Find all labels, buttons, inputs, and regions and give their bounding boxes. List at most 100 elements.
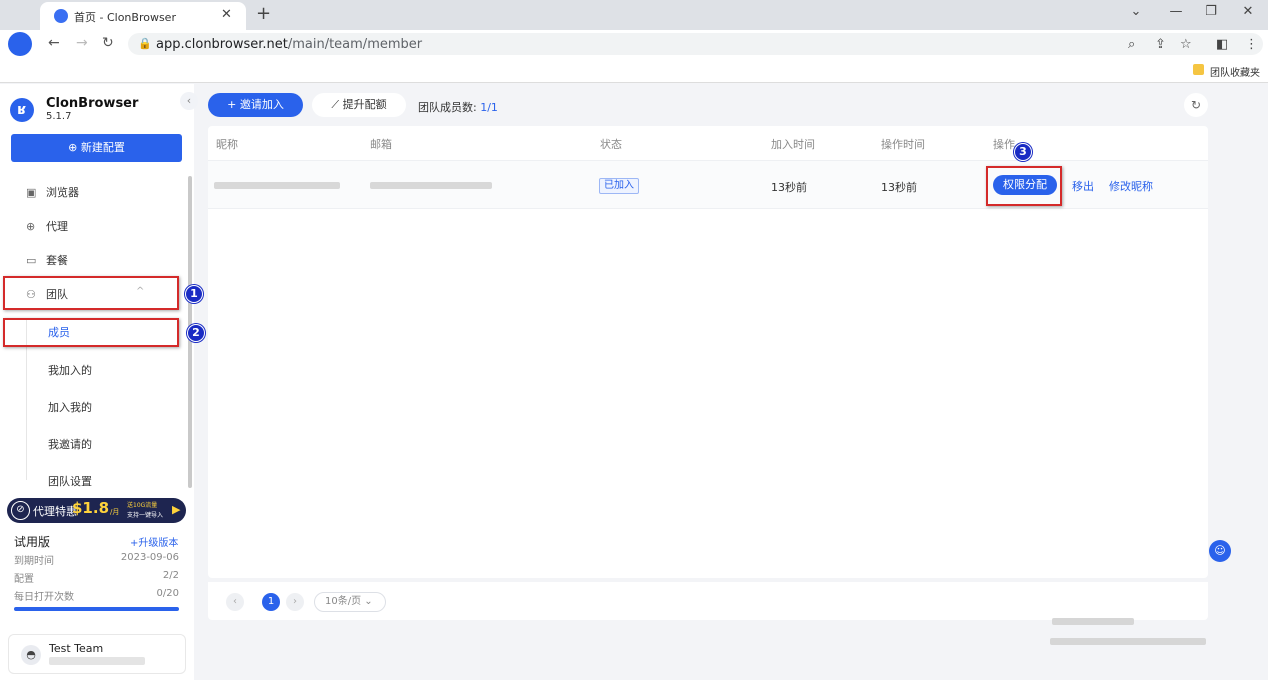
sidebar-subitem-joined[interactable]: 我加入的 xyxy=(48,362,92,378)
join-time: 13秒前 xyxy=(771,181,807,194)
column-header-join-time: 加入时间 xyxy=(771,138,815,151)
menu-icon[interactable]: ⋮ xyxy=(1245,37,1258,52)
new-config-button[interactable]: ⊕ 新建配置 xyxy=(11,134,182,162)
sidebar-subitem-invited[interactable]: 我邀请的 xyxy=(48,436,92,452)
member-count-value: 1/1 xyxy=(480,101,498,114)
globe-icon: ⊕ xyxy=(26,220,36,233)
plan-config-row: 配置 2/2 xyxy=(14,570,179,585)
page-button-current[interactable]: 1 xyxy=(262,593,280,611)
new-tab-button[interactable]: + xyxy=(256,3,271,24)
browser-tab[interactable]: 首页 - ClonBrowser ✕ xyxy=(40,2,246,30)
plan-expiry-row: 到期时间 2023-09-06 xyxy=(14,552,179,567)
sidebar: ʁ ClonBrowser 5.1.7 ‹ ⊕ 新建配置 ▣ 浏览器 ⊕ 代理 ▭ 套… xyxy=(0,84,198,680)
team-email-blurred xyxy=(49,657,145,665)
tab-search-icon[interactable]: ⌄ xyxy=(1124,4,1148,19)
help-icon[interactable]: ☺ xyxy=(1209,540,1231,562)
upgrade-link[interactable]: +升级版本 xyxy=(130,534,178,549)
plan-name: 试用版 xyxy=(14,535,51,549)
member-count-label: 团队成员数: xyxy=(418,101,477,114)
plan-row-value: 0/20 xyxy=(156,588,179,599)
close-window-icon[interactable]: ✕ xyxy=(1236,4,1260,19)
invite-button[interactable]: + 邀请加入 xyxy=(208,93,303,117)
address-bar-row: ← → ↻ 🔒 app.clonbrowser.net/main/team/me… xyxy=(0,30,1268,58)
sidebar-item-label: 套餐 xyxy=(46,254,68,267)
column-header-nickname: 昵称 xyxy=(216,138,238,151)
browser-tab-bar: 首页 - ClonBrowser ✕ + ⌄ — ❐ ✕ xyxy=(0,0,1268,30)
prev-page-icon[interactable]: ‹ xyxy=(226,593,244,611)
raise-quota-button[interactable]: ⟋ 提升配额 xyxy=(312,93,406,117)
sidebar-subitem-joined-mine[interactable]: 加入我的 xyxy=(48,399,92,415)
url-text: app.clonbrowser.net/main/team/member xyxy=(156,37,422,52)
highlight-box-team xyxy=(3,276,179,310)
clonbrowser-favicon-icon xyxy=(54,9,68,23)
pagination: ‹ 1 › 10条/页 ⌄ xyxy=(208,582,1208,620)
team-switcher[interactable]: ◓ Test Team xyxy=(8,634,186,674)
share-icon[interactable]: ⇪ xyxy=(1155,37,1166,52)
step-badge-2: 2 xyxy=(187,324,205,342)
play-icon: ▶ xyxy=(172,503,181,516)
operation-time: 13秒前 xyxy=(881,181,917,194)
plan-row-key: 配置 xyxy=(14,574,34,585)
promo-price: $1.8 xyxy=(72,499,110,517)
promo-label: 代理特惠 xyxy=(33,505,77,518)
column-header-op-time: 操作时间 xyxy=(881,138,925,151)
zoom-icon[interactable]: ⌕ xyxy=(1128,37,1135,52)
minimize-icon[interactable]: — xyxy=(1164,4,1188,19)
url-host: app.clonbrowser.net xyxy=(156,37,288,52)
page-size-value: 10条/页 xyxy=(325,596,362,607)
refresh-icon[interactable]: ↻ xyxy=(1184,93,1208,117)
remove-member-link[interactable]: 移出 xyxy=(1072,178,1094,194)
nickname-blurred xyxy=(214,182,340,189)
team-avatar-icon: ◓ xyxy=(21,645,41,665)
footer-text-blurred xyxy=(1052,618,1134,625)
step-badge-1: 1 xyxy=(185,285,203,303)
sidebar-item-label: 浏览器 xyxy=(46,186,79,199)
rename-member-link[interactable]: 修改昵称 xyxy=(1109,178,1153,194)
new-config-label: 新建配置 xyxy=(80,141,125,154)
plan-row-key: 到期时间 xyxy=(14,556,54,567)
chart-icon: ⟋ xyxy=(331,98,340,111)
brand-name: ClonBrowser xyxy=(46,96,139,111)
wallet-icon: ▭ xyxy=(26,254,37,267)
sidebar-item-browser[interactable]: ▣ 浏览器 xyxy=(26,184,79,204)
member-count: 团队成员数: 1/1 xyxy=(418,99,498,115)
bookmark-star-icon[interactable]: ☆ xyxy=(1180,37,1192,52)
restore-icon[interactable]: ❐ xyxy=(1199,4,1223,19)
next-page-icon[interactable]: › xyxy=(286,593,304,611)
highlight-box-permission xyxy=(986,166,1062,206)
proxy-icon: ⊘ xyxy=(11,501,30,520)
side-panel-icon[interactable]: ◧ xyxy=(1216,37,1228,52)
promo-unit: /月 xyxy=(110,508,120,516)
quota-progress-bar xyxy=(14,607,179,611)
column-header-email: 邮箱 xyxy=(370,138,392,151)
forward-icon[interactable]: → xyxy=(76,35,88,51)
sidebar-item-proxy[interactable]: ⊕ 代理 xyxy=(26,218,68,238)
back-icon[interactable]: ← xyxy=(48,35,60,51)
clonbrowser-app-icon[interactable] xyxy=(8,32,32,56)
bookmarks-bar: 团队收藏夹 xyxy=(0,58,1268,83)
promo-line2: 支持一键导入 xyxy=(127,512,164,519)
tab-title: 首页 - ClonBrowser xyxy=(74,11,176,24)
reload-icon[interactable]: ↻ xyxy=(102,35,114,51)
email-blurred xyxy=(370,182,492,189)
collapse-sidebar-icon[interactable]: ‹ xyxy=(180,92,198,110)
folder-icon xyxy=(1193,64,1204,75)
clonbrowser-logo-icon: ʁ xyxy=(10,98,34,122)
url-path: /main/team/member xyxy=(287,37,423,52)
page-size-select[interactable]: 10条/页 ⌄ xyxy=(314,592,386,612)
browser-icon: ▣ xyxy=(26,186,37,199)
plan-opens-row: 每日打开次数 0/20 xyxy=(14,588,179,603)
team-name: Test Team xyxy=(49,642,104,655)
bookmark-folder-team[interactable]: 团队收藏夹 xyxy=(1210,64,1260,79)
close-tab-icon[interactable]: ✕ xyxy=(221,7,232,22)
url-field[interactable]: 🔒 app.clonbrowser.net/main/team/member ⌕… xyxy=(128,33,1263,55)
promo-line1: 送10G流量 xyxy=(127,502,158,509)
chevron-down-icon: ⌄ xyxy=(364,596,373,607)
column-header-status: 状态 xyxy=(600,138,622,151)
proxy-promo-banner[interactable]: ⊘ 代理特惠 $1.8 /月 送10G流量 支持一键导入 ▶ xyxy=(7,498,186,523)
sidebar-item-label: 代理 xyxy=(46,220,68,233)
sidebar-item-plan[interactable]: ▭ 套餐 xyxy=(26,252,68,272)
status-badge: 已加入 xyxy=(599,178,639,194)
sidebar-subitem-team-settings[interactable]: 团队设置 xyxy=(48,473,92,489)
lock-icon: 🔒 xyxy=(138,37,152,50)
